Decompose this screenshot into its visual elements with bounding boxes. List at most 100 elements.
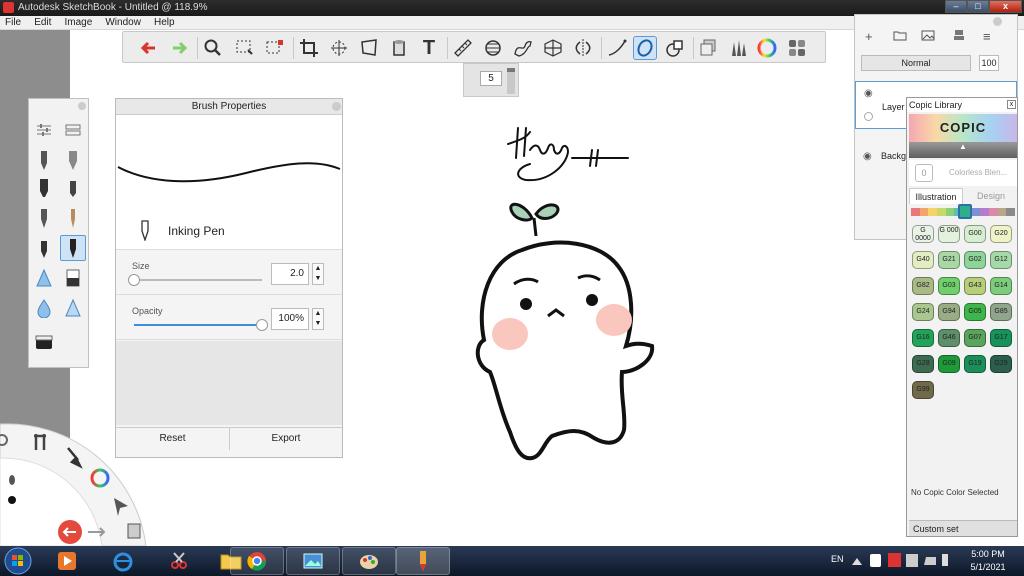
spin-down-icon[interactable]: ▼ [315,320,322,327]
canvas-drawing[interactable] [460,110,690,480]
smudge-brush-icon[interactable] [31,295,57,321]
copic-swatch[interactable]: G05 [964,303,986,321]
copic-icon[interactable] [785,36,809,60]
size-value-field[interactable]: 2.0 [271,263,309,285]
maximize-button[interactable]: □ [967,0,989,13]
color-family-chip[interactable] [997,208,1007,216]
ballpoint-brush-icon[interactable] [60,147,86,173]
copic-swatch[interactable]: G21 [938,251,960,269]
fill-icon[interactable] [387,36,411,60]
copic-swatch[interactable]: G09 [938,355,960,373]
colorless-blender-row[interactable]: 0 Colorless Blen... [909,160,1017,186]
layer-panel-close-icon[interactable] [993,17,1002,26]
lagoon-menu[interactable] [0,418,150,548]
ruler-icon[interactable] [451,36,475,60]
select-icon[interactable] [233,36,257,60]
text-icon[interactable]: T [417,36,441,60]
copic-swatch[interactable]: G20 [990,225,1012,243]
copic-swatch[interactable]: G17 [990,329,1012,347]
snipping-tool-icon[interactable] [152,547,206,575]
minimize-button[interactable]: – [945,0,967,13]
menu-edit[interactable]: Edit [29,16,56,28]
color-family-selector[interactable] [958,204,972,219]
color-family-chip[interactable] [928,208,937,216]
merge-layer-icon[interactable] [953,29,965,44]
copic-swatch[interactable]: G82 [912,277,934,295]
distort-icon[interactable] [357,36,381,60]
layer-lock-icon[interactable] [864,112,873,121]
color-family-chip[interactable] [945,208,955,216]
color-family-chip[interactable] [1006,208,1015,216]
calligraphy-brush-icon[interactable] [31,235,57,261]
tray-signal-icon[interactable] [924,555,936,565]
ellipse-tool-icon[interactable] [633,36,657,60]
visibility-eye-icon[interactable]: ◉ [863,151,872,162]
opacity-stepper[interactable]: ▲ ▼ [312,308,324,330]
copic-swatch[interactable]: G46 [938,329,960,347]
color-family-chip[interactable] [989,208,998,216]
brush-size-value[interactable]: 5 [480,71,502,86]
copic-swatch[interactable]: G14 [990,277,1012,295]
eraser-brush-icon[interactable] [60,265,86,291]
crop-icon[interactable] [297,36,321,60]
panel-close-icon[interactable] [332,102,341,111]
copic-swatch[interactable]: G 000 [938,225,960,243]
paint-icon[interactable] [342,547,396,575]
brush-library-icon[interactable] [60,117,86,143]
fine-pen-brush-icon[interactable] [31,205,57,231]
color-family-chip[interactable] [937,208,946,216]
copic-swatch[interactable]: G16 [912,329,934,347]
copic-swatch[interactable]: G94 [938,303,960,321]
copic-swatch[interactable]: G19 [964,355,986,373]
export-button[interactable]: Export [230,428,342,450]
inking-pen-brush-icon[interactable] [60,235,86,261]
chrome-icon[interactable] [230,547,284,575]
spin-down-icon[interactable]: ▼ [315,275,322,282]
shape-tool-icon[interactable] [663,36,687,60]
zoom-icon[interactable] [201,36,225,60]
copic-swatch[interactable]: G00 [964,225,986,243]
photo-viewer-icon[interactable] [286,547,340,575]
color-family-chip[interactable] [971,208,981,216]
opacity-value-field[interactable]: 100% [271,308,309,330]
menu-window[interactable]: Window [100,16,146,28]
redo-icon[interactable] [167,36,191,60]
stroke-icon[interactable] [605,36,629,60]
copic-swatch[interactable]: G 0000 [912,225,934,243]
palette-close-icon[interactable] [78,102,86,110]
ellipse-guide-icon[interactable] [481,36,505,60]
opacity-slider[interactable] [134,319,268,331]
size-slider[interactable] [128,274,262,286]
system-clock[interactable]: 5:00 PM 5/1/2021 [963,548,1013,574]
spin-up-icon[interactable]: ▲ [315,265,322,272]
pencil-brush-icon[interactable] [31,147,57,173]
sketchbook-taskbar-icon[interactable] [396,547,450,575]
blur-brush-icon[interactable] [60,295,86,321]
colorless-blender-swatch[interactable]: 0 [915,164,933,182]
copic-swatch[interactable]: G99 [912,381,934,399]
add-layer-icon[interactable]: + [865,29,873,44]
copic-collapse-bar[interactable]: ▲ [909,142,1017,158]
media-player-icon[interactable] [40,547,94,575]
copic-swatch[interactable]: G85 [990,303,1012,321]
copic-swatch[interactable]: G43 [964,277,986,295]
layers-icon[interactable] [697,36,721,60]
tab-illustration[interactable]: Illustration [909,188,963,204]
french-curve-icon[interactable] [511,36,535,60]
lasso-select-icon[interactable] [263,36,287,60]
layer-menu-icon[interactable]: ≡ [983,29,991,44]
copic-swatch[interactable]: G29 [990,355,1012,373]
custom-set-header[interactable]: Custom set [909,520,1017,536]
add-group-icon[interactable] [893,29,907,44]
copic-swatch[interactable]: G02 [964,251,986,269]
paintbrush-icon[interactable] [60,205,86,231]
tray-antivirus-icon[interactable] [888,553,901,567]
hard-eraser-icon[interactable] [31,329,57,355]
language-indicator[interactable]: EN [831,554,844,564]
menu-help[interactable]: Help [149,16,180,28]
felt-pen-brush-icon[interactable] [60,175,86,201]
tray-volume-icon[interactable] [942,554,954,566]
size-stepper[interactable]: ▲ ▼ [312,263,324,285]
color-family-chip[interactable] [919,208,929,216]
color-family-chip[interactable] [911,208,920,216]
